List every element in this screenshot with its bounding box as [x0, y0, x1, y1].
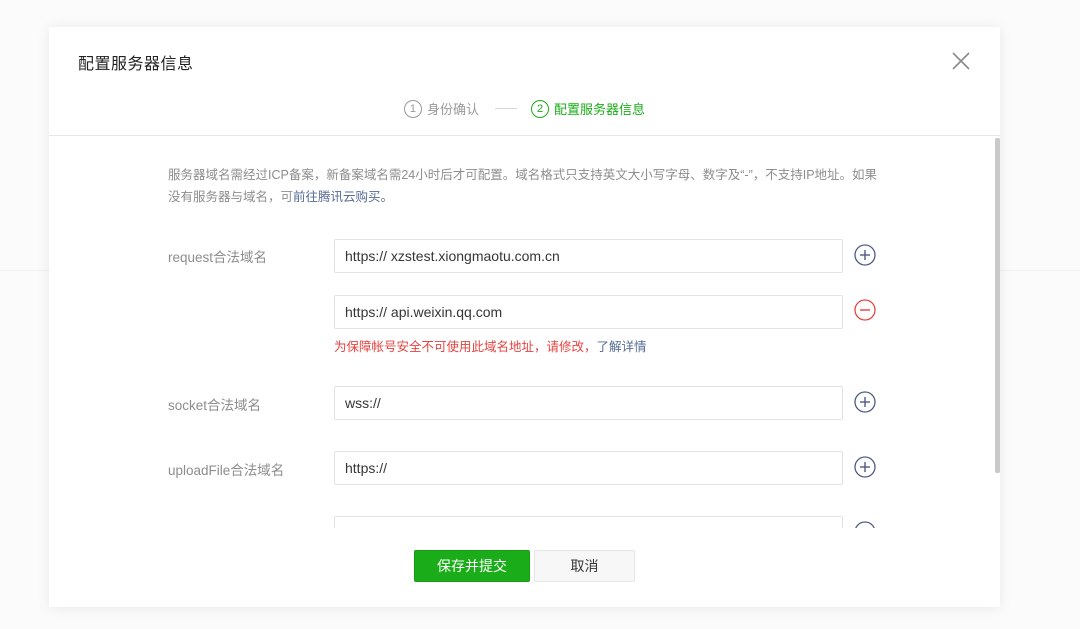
domain-notice: 服务器域名需经过ICP备案，新备案域名需24小时后才可配置。域名格式只支持英文大… — [168, 164, 878, 208]
step-1-number: 1 — [403, 99, 422, 118]
request-domain-input-2[interactable] — [334, 295, 843, 329]
dialog-body: 服务器域名需经过ICP备案，新备案域名需24小时后才可配置。域名格式只支持英文大… — [49, 136, 1000, 528]
step-2-label: 配置服务器信息 — [554, 102, 646, 117]
scroll-thumb[interactable] — [995, 138, 1000, 473]
tencent-cloud-link[interactable]: 前往腾讯云购买。 — [293, 190, 393, 204]
notice-text: 服务器域名需经过ICP备案，新备案域名需24小时后才可配置。域名格式只支持英文大… — [168, 168, 878, 204]
learn-more-link[interactable]: 了解详情 — [597, 340, 647, 354]
step-2-number: 2 — [531, 99, 549, 118]
remove-domain-icon[interactable] — [854, 299, 876, 321]
add-domain-icon[interactable] — [854, 391, 876, 413]
add-domain-icon[interactable] — [854, 456, 876, 478]
step-1-label: 身份确认 — [426, 102, 479, 117]
step-server-config: 2 配置服务器信息 — [531, 99, 645, 118]
step-connector — [495, 108, 517, 109]
upload-domain-input[interactable] — [334, 451, 843, 485]
add-domain-icon[interactable] — [854, 521, 876, 528]
server-config-dialog: 配置服务器信息 1 身份确认 2 配置服务器信息 服务器域名需经过ICP备案，新… — [49, 27, 1000, 607]
socket-domain-label: socket合法域名 — [168, 398, 262, 413]
step-identity: 1 身份确认 — [403, 99, 479, 118]
scrollbar[interactable] — [994, 136, 1000, 528]
request-domain-label: request合法域名 — [168, 250, 268, 265]
dialog-title: 配置服务器信息 — [78, 56, 194, 73]
error-text: 为保障帐号安全不可使用此域名地址，请修改， — [334, 340, 597, 354]
upload-domain-label: uploadFile合法域名 — [168, 463, 285, 478]
step-indicator: 1 身份确认 2 配置服务器信息 — [49, 99, 1000, 118]
download-domain-input[interactable] — [334, 516, 843, 528]
save-submit-button[interactable]: 保存并提交 — [414, 550, 530, 582]
socket-domain-input[interactable] — [334, 386, 843, 420]
cancel-button[interactable]: 取消 — [534, 550, 635, 582]
request-domain-input-1[interactable] — [334, 239, 843, 273]
add-domain-icon[interactable] — [854, 244, 876, 266]
request-domain-error: 为保障帐号安全不可使用此域名地址，请修改，了解详情 — [334, 336, 647, 355]
close-icon[interactable] — [949, 49, 973, 73]
